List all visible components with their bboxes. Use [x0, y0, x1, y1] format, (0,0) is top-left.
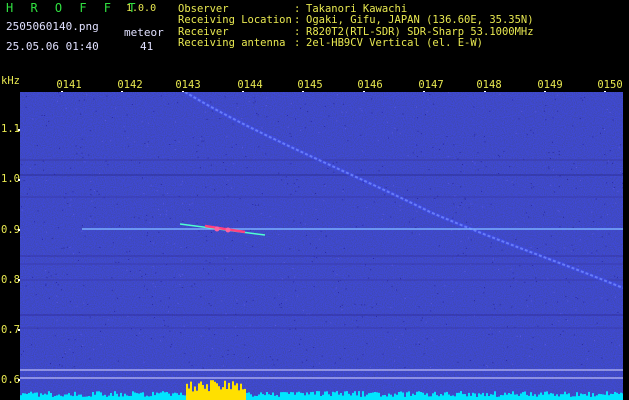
time-label-0141: 0141 [56, 79, 82, 91]
station-value: 2el-HB9CV Vertical (el. E-W) [306, 37, 484, 50]
waterfall-svg [20, 92, 623, 400]
frequency-unit-label: kHz [1, 75, 20, 87]
time-label-0150: 0150 [597, 79, 623, 91]
station-info: Observer : Takanori Kawachi Receiving Lo… [178, 3, 534, 50]
meteor-hotspot [225, 227, 231, 233]
station-label: Receiving antenna [178, 37, 286, 50]
meteor-hotspot [214, 226, 220, 232]
waterfall-spectrogram [20, 92, 623, 400]
time-label-0147: 0147 [418, 79, 444, 91]
file-name: 2505060140.png [6, 20, 99, 33]
time-label-0145: 0145 [297, 79, 323, 91]
station-separator: : [294, 37, 301, 50]
meteor-label: meteor [124, 26, 164, 39]
capture-datetime: 25.05.06 01:40 [6, 40, 99, 53]
meteor-count: 41 [140, 40, 154, 53]
app-name: H R O F F T [6, 1, 141, 15]
app-version: 1.0.0 [126, 3, 157, 14]
time-label-0148: 0148 [476, 79, 502, 91]
time-label-0143: 0143 [175, 79, 201, 91]
hrofft-window: H R O F F T 1.0.0 2505060140.png meteor … [0, 0, 629, 400]
time-label-0144: 0144 [237, 79, 263, 91]
waterfall-noise [20, 92, 623, 400]
time-label-0142: 0142 [117, 79, 143, 91]
time-label-0146: 0146 [357, 79, 383, 91]
time-label-0149: 0149 [537, 79, 563, 91]
station-antenna-row: Receiving antenna : 2el-HB9CV Vertical (… [178, 37, 534, 50]
